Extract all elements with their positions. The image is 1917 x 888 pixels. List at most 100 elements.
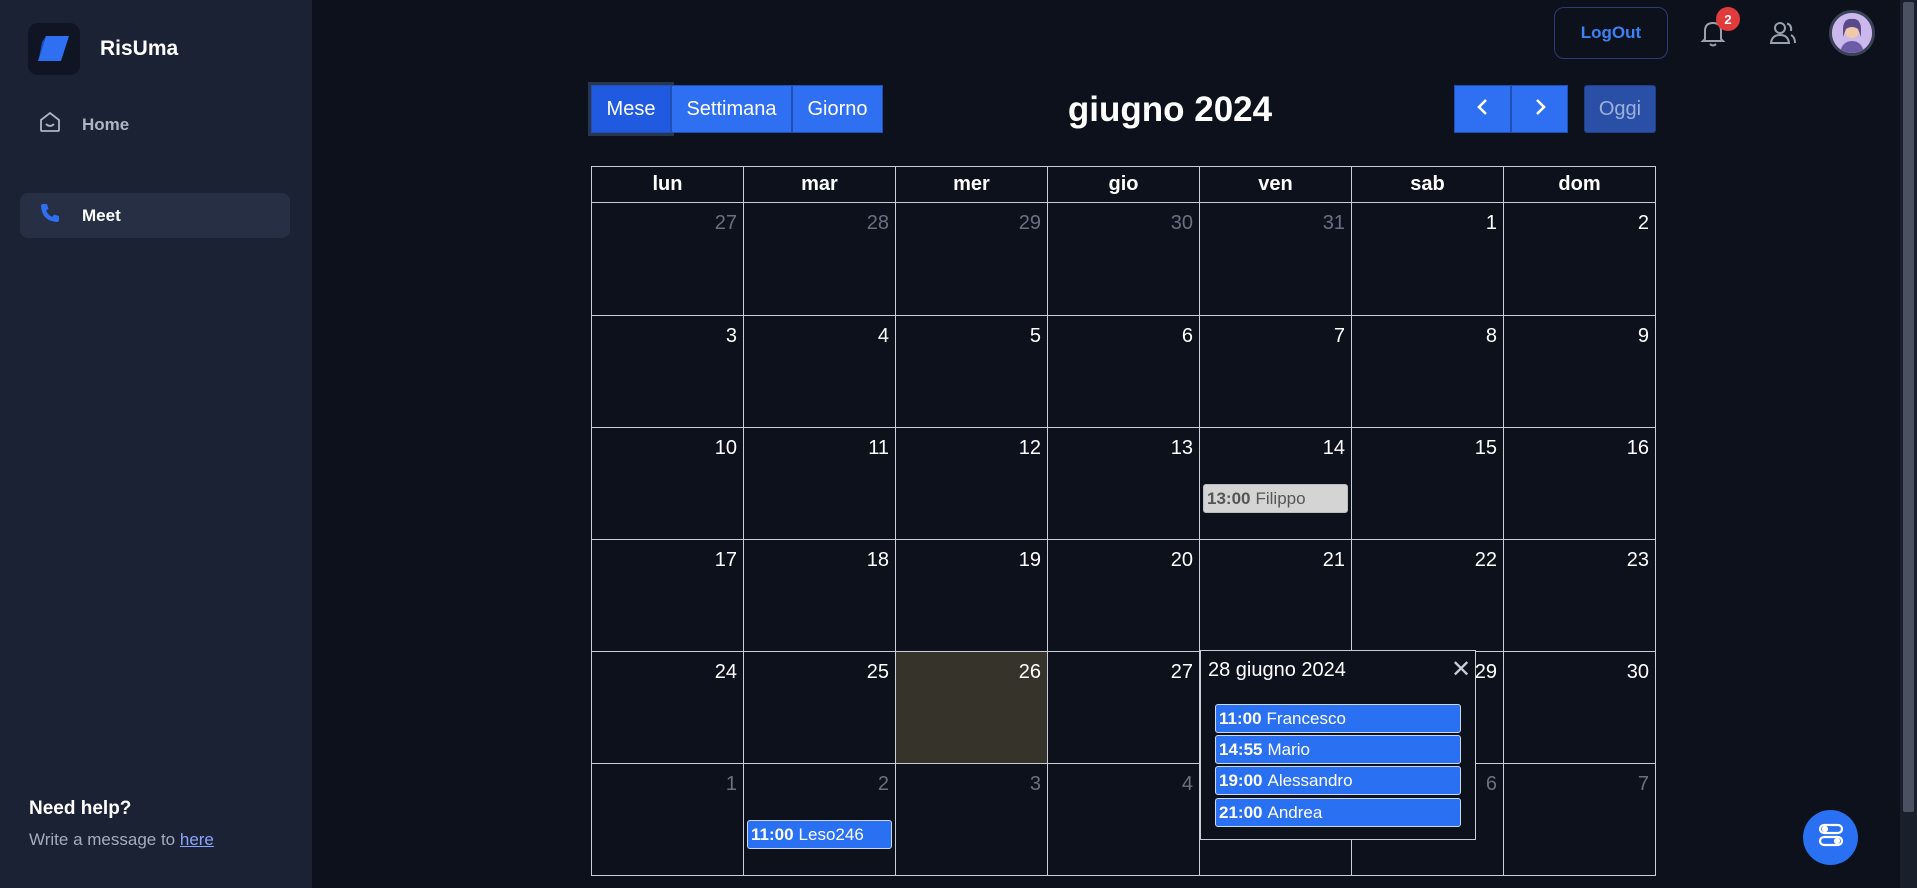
day-number[interactable]: 13	[1171, 437, 1193, 460]
settings-fab-button[interactable]	[1803, 810, 1858, 865]
day-cell[interactable]: 28	[743, 203, 895, 315]
calendar-event[interactable]: 13:00 Filippo	[1203, 484, 1348, 513]
day-cell[interactable]: 2 11:00 Leso246	[743, 764, 895, 875]
day-number[interactable]: 5	[1030, 325, 1041, 348]
day-cell[interactable]: 27	[1047, 652, 1199, 763]
day-cell[interactable]: 3	[895, 764, 1047, 875]
day-cell[interactable]: 4	[743, 316, 895, 427]
day-number[interactable]: 28	[867, 212, 889, 235]
day-number[interactable]: 31	[1323, 212, 1345, 235]
brand[interactable]: RisUma	[28, 23, 178, 75]
day-cell[interactable]: 14 13:00 Filippo	[1199, 428, 1351, 539]
view-month-button[interactable]: Mese	[591, 85, 671, 133]
day-cell[interactable]: 1	[1351, 203, 1503, 315]
day-number[interactable]: 29	[1019, 212, 1041, 235]
day-number[interactable]: 15	[1475, 437, 1497, 460]
popover-event[interactable]: 11:00 Francesco	[1215, 704, 1461, 733]
day-cell[interactable]: 31	[1199, 203, 1351, 315]
day-cell[interactable]: 5	[895, 316, 1047, 427]
day-cell[interactable]: 7	[1503, 764, 1655, 875]
day-cell[interactable]: 8	[1351, 316, 1503, 427]
day-number[interactable]: 25	[867, 661, 889, 684]
day-cell[interactable]: 22	[1351, 540, 1503, 651]
next-button[interactable]	[1511, 85, 1568, 133]
day-number[interactable]: 12	[1019, 437, 1041, 460]
day-number[interactable]: 2	[1638, 212, 1649, 235]
logout-button[interactable]: LogOut	[1554, 7, 1668, 59]
day-number[interactable]: 27	[1171, 661, 1193, 684]
day-cell[interactable]: 30	[1503, 652, 1655, 763]
day-cell[interactable]: 9	[1503, 316, 1655, 427]
day-number[interactable]: 1	[1486, 212, 1497, 235]
popover-event[interactable]: 14:55 Mario	[1215, 735, 1461, 764]
day-cell[interactable]: 19	[895, 540, 1047, 651]
view-week-button[interactable]: Settimana	[671, 85, 792, 133]
day-number[interactable]: 17	[715, 549, 737, 572]
day-number[interactable]: 8	[1486, 325, 1497, 348]
day-number[interactable]: 20	[1171, 549, 1193, 572]
today-button[interactable]: Oggi	[1584, 85, 1656, 133]
day-cell[interactable]: 10	[592, 428, 743, 539]
day-cell[interactable]: 25	[743, 652, 895, 763]
day-cell[interactable]: 17	[592, 540, 743, 651]
users-icon[interactable]	[1767, 17, 1799, 49]
calendar-event[interactable]: 11:00 Leso246	[747, 820, 892, 849]
day-number[interactable]: 30	[1171, 212, 1193, 235]
scrollbar[interactable]	[1900, 0, 1917, 888]
day-cell[interactable]: 20	[1047, 540, 1199, 651]
day-cell[interactable]: 30	[1047, 203, 1199, 315]
sidebar-item-meet[interactable]: Meet	[20, 193, 290, 238]
day-cell[interactable]: 15	[1351, 428, 1503, 539]
day-number[interactable]: 11	[868, 437, 889, 460]
day-cell[interactable]: 13	[1047, 428, 1199, 539]
day-number[interactable]: 4	[1182, 773, 1193, 796]
day-number[interactable]: 3	[726, 325, 737, 348]
close-icon[interactable]: ✕	[1451, 658, 1471, 682]
day-number[interactable]: 9	[1638, 325, 1649, 348]
sidebar-item-home[interactable]: Home	[20, 102, 290, 147]
help-link[interactable]: here	[180, 830, 214, 849]
day-number[interactable]: 30	[1627, 661, 1649, 684]
day-number[interactable]: 18	[867, 549, 889, 572]
day-number[interactable]: 29	[1475, 661, 1497, 684]
day-number[interactable]: 6	[1486, 773, 1497, 796]
day-number[interactable]: 16	[1627, 437, 1649, 460]
day-cell[interactable]: 29	[895, 203, 1047, 315]
day-cell[interactable]: 6	[1047, 316, 1199, 427]
scrollbar-thumb[interactable]	[1903, 2, 1914, 812]
day-cell[interactable]: 2	[1503, 203, 1655, 315]
day-number[interactable]: 10	[715, 437, 737, 460]
prev-button[interactable]	[1454, 85, 1511, 133]
day-number[interactable]: 26	[1019, 661, 1041, 684]
day-number[interactable]: 27	[715, 212, 737, 235]
day-number[interactable]: 1	[726, 773, 737, 796]
day-cell[interactable]: 24	[592, 652, 743, 763]
day-cell[interactable]: 23	[1503, 540, 1655, 651]
day-number[interactable]: 23	[1627, 549, 1649, 572]
view-day-button[interactable]: Giorno	[792, 85, 883, 133]
day-number[interactable]: 14	[1323, 437, 1345, 460]
day-number[interactable]: 7	[1638, 773, 1649, 796]
day-number[interactable]: 7	[1334, 325, 1345, 348]
day-cell[interactable]: 3	[592, 316, 743, 427]
day-number[interactable]: 22	[1475, 549, 1497, 572]
day-number[interactable]: 19	[1019, 549, 1041, 572]
day-number[interactable]: 2	[878, 773, 889, 796]
day-cell[interactable]: 11	[743, 428, 895, 539]
day-cell[interactable]: 27	[592, 203, 743, 315]
day-number[interactable]: 24	[715, 661, 737, 684]
popover-event[interactable]: 21:00 Andrea	[1215, 798, 1461, 827]
day-number[interactable]: 4	[878, 325, 889, 348]
day-cell[interactable]: 4	[1047, 764, 1199, 875]
day-cell[interactable]: 18	[743, 540, 895, 651]
day-cell[interactable]: 1	[592, 764, 743, 875]
day-cell[interactable]: 7	[1199, 316, 1351, 427]
day-number[interactable]: 3	[1030, 773, 1041, 796]
day-cell[interactable]: 12	[895, 428, 1047, 539]
avatar[interactable]	[1829, 10, 1875, 56]
day-cell-today[interactable]: 26	[895, 652, 1047, 763]
day-cell[interactable]: 21	[1199, 540, 1351, 651]
popover-event[interactable]: 19:00 Alessandro	[1215, 766, 1461, 795]
day-number[interactable]: 6	[1182, 325, 1193, 348]
day-cell[interactable]: 16	[1503, 428, 1655, 539]
